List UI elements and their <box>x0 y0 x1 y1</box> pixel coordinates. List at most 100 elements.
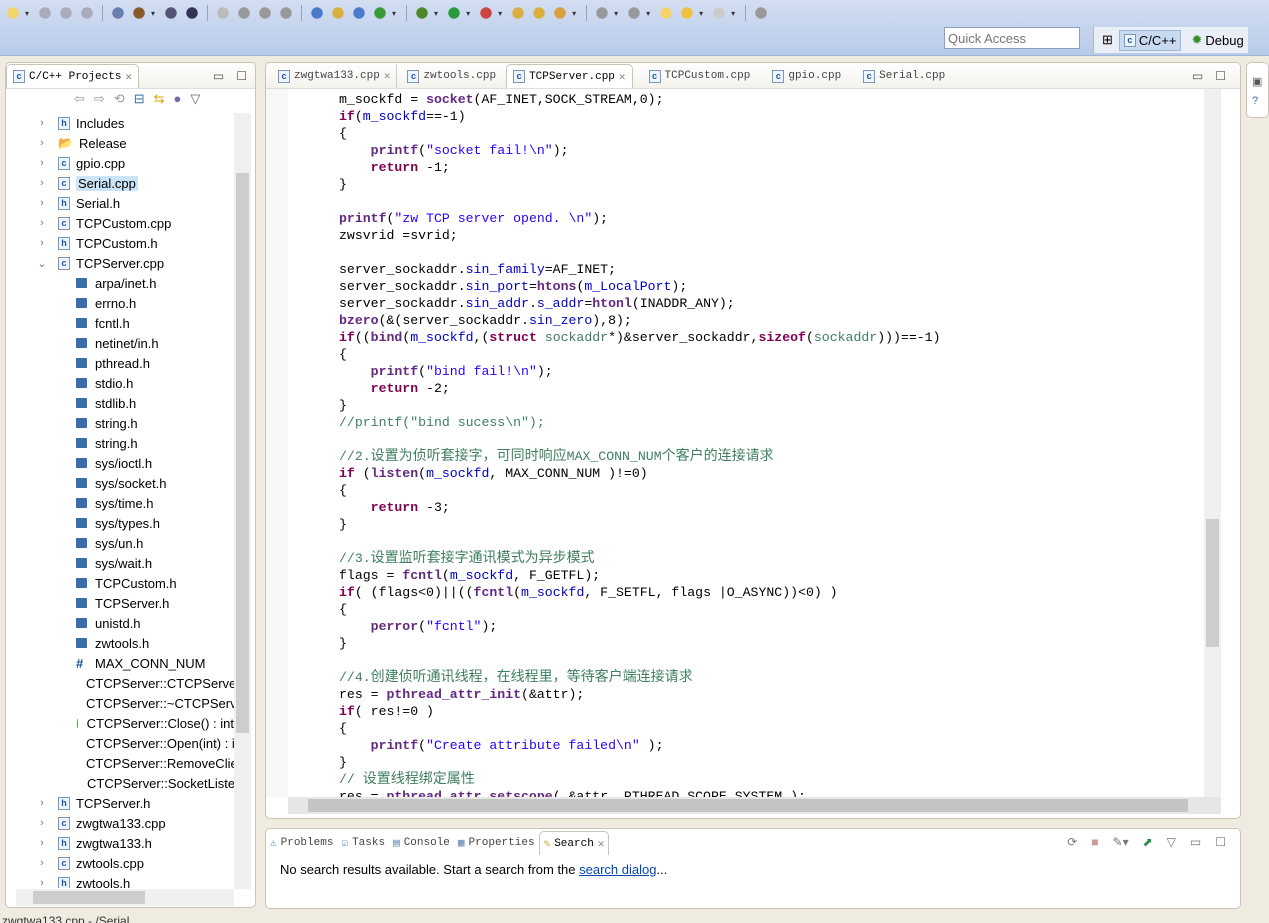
tree-item[interactable]: CTCPServer::CTCPServer( <box>6 673 234 693</box>
tree-item[interactable]: CTCPServer::~CTCPServer <box>6 693 234 713</box>
open-type-icon[interactable] <box>530 5 549 21</box>
chevron-right-icon[interactable]: › <box>36 197 48 209</box>
close-icon[interactable]: ✕ <box>619 70 626 84</box>
minimize-icon[interactable]: ▭ <box>1192 69 1203 83</box>
tree-item[interactable]: # MAX_CONN_NUM <box>6 653 234 673</box>
collapse-all-icon[interactable]: ⊟ <box>134 91 145 107</box>
up-icon[interactable]: ⟲ <box>114 91 125 107</box>
minimize-icon[interactable]: ▭ <box>213 69 224 83</box>
editor-horizontal-scrollbar[interactable] <box>288 797 1221 814</box>
tree-item[interactable]: CTCPServer::RemoveClie <box>6 753 234 773</box>
tree-item[interactable]: CTCPServer::SocketListen <box>6 773 234 793</box>
chevron-right-icon[interactable]: › <box>36 837 48 849</box>
tree-item[interactable]: › c TCPCustom.cpp <box>6 213 234 233</box>
tree-item[interactable]: arpa/inet.h <box>6 273 234 293</box>
help-icon[interactable]: ? <box>1252 95 1258 107</box>
editor-tab[interactable]: c zwgtwa133.cpp ✕ <box>272 64 398 88</box>
editor-tab[interactable]: c gpio.cpp <box>766 64 847 88</box>
dropdown-arrow-icon[interactable]: ▾ <box>572 9 576 18</box>
save-icon[interactable] <box>36 5 55 21</box>
dropdown-arrow-icon[interactable]: ▾ <box>151 9 155 18</box>
tree-item[interactable]: sys/ioctl.h <box>6 453 234 473</box>
editor-vertical-scrollbar[interactable] <box>1204 89 1221 797</box>
quick-access-input[interactable] <box>944 27 1080 49</box>
chevron-right-icon[interactable]: › <box>36 217 48 229</box>
view-menu-icon[interactable]: ▽ <box>190 91 200 107</box>
new-project-icon[interactable] <box>308 5 327 21</box>
perspective-debug[interactable]: ✹ Debug <box>1187 30 1247 50</box>
dropdown-arrow-icon[interactable]: ▾ <box>614 9 618 18</box>
forward-icon[interactable]: ⇨ <box>94 91 105 107</box>
tree-item[interactable]: › h zwtools.h <box>6 873 234 888</box>
back-icon[interactable]: ⇦ <box>74 91 85 107</box>
tree-item[interactable]: › c gpio.cpp <box>6 153 234 173</box>
tree-item[interactable]: unistd.h <box>6 613 234 633</box>
tree-item[interactable]: › c zwgtwa133.cpp <box>6 813 234 833</box>
skip-breakpoints-icon[interactable] <box>183 5 202 21</box>
tree-item[interactable]: › h TCPServer.h <box>6 793 234 813</box>
pin-icon[interactable] <box>752 5 771 21</box>
tree-item[interactable]: string.h <box>6 413 234 433</box>
tab-console[interactable]: ▤ Console <box>389 831 454 855</box>
editor-tab[interactable]: c zwtools.cpp <box>401 64 502 88</box>
tree-item[interactable]: stdlib.h <box>6 393 234 413</box>
chevron-right-icon[interactable]: › <box>36 117 48 129</box>
close-icon[interactable]: ✕ <box>598 837 605 851</box>
tree-item[interactable]: CTCPServer::Open(int) : int <box>6 733 234 753</box>
external-tools-icon[interactable] <box>477 5 496 21</box>
print-icon[interactable] <box>78 5 97 21</box>
cancel-icon[interactable]: ■ <box>1091 835 1098 849</box>
debug-icon[interactable] <box>413 5 432 21</box>
link-editor-icon[interactable]: ⇆ <box>154 91 165 107</box>
run-icon[interactable] <box>445 5 464 21</box>
tree-item[interactable]: sys/un.h <box>6 533 234 553</box>
refresh-icon[interactable]: ⟳ <box>1067 835 1077 849</box>
binary-icon[interactable] <box>162 5 181 21</box>
dropdown-arrow-icon[interactable]: ▾ <box>731 9 735 18</box>
tab-search[interactable]: ✎ Search ✕ <box>538 831 610 855</box>
tree-item[interactable]: string.h <box>6 433 234 453</box>
chevron-right-icon[interactable]: › <box>36 157 48 169</box>
search-pen-icon[interactable] <box>551 5 570 21</box>
tab-cpp-projects[interactable]: c C/C++ Projects ✕ <box>6 64 140 88</box>
chevron-right-icon[interactable]: › <box>36 817 48 829</box>
chevron-right-icon[interactable]: › <box>36 177 48 189</box>
tab-problems[interactable]: ⚠ Problems <box>266 831 337 855</box>
tree-item[interactable]: TCPServer.h <box>6 593 234 613</box>
open-folder-icon[interactable] <box>509 5 528 21</box>
dropdown-arrow-icon[interactable]: ▾ <box>392 9 396 18</box>
tree-item[interactable]: ⌄ c TCPServer.cpp <box>6 253 234 273</box>
tree-item[interactable]: sys/socket.h <box>6 473 234 493</box>
tree-item[interactable]: stdio.h <box>6 373 234 393</box>
tree-item[interactable]: sys/types.h <box>6 513 234 533</box>
chevron-down-icon[interactable]: ⌄ <box>36 257 48 270</box>
new-class-icon[interactable] <box>350 5 369 21</box>
tree-item[interactable]: sys/time.h <box>6 493 234 513</box>
dropdown-arrow-icon[interactable]: ▾ <box>646 9 650 18</box>
restore-icon[interactable]: ▣ <box>1252 75 1262 88</box>
maximize-icon[interactable]: ☐ <box>1215 69 1226 83</box>
close-icon[interactable]: ✕ <box>384 69 391 83</box>
chevron-right-icon[interactable]: › <box>36 877 48 888</box>
tree-horizontal-scrollbar[interactable] <box>16 889 234 906</box>
chevron-right-icon[interactable]: › <box>36 857 48 869</box>
chevron-right-icon[interactable]: › <box>36 137 48 149</box>
maximize-icon[interactable]: ☐ <box>236 69 247 83</box>
chevron-right-icon[interactable]: › <box>36 237 48 249</box>
dropdown-arrow-icon[interactable]: ▾ <box>498 9 502 18</box>
tree-item[interactable]: sys/wait.h <box>6 553 234 573</box>
dropdown-arrow-icon[interactable]: ▾ <box>699 9 703 18</box>
minimize-icon[interactable]: ▭ <box>1190 835 1201 849</box>
tree-item[interactable]: › 📂 Release <box>6 133 234 153</box>
tree-item[interactable]: TCPCustom.h <box>6 573 234 593</box>
brush-icon[interactable] <box>214 5 233 21</box>
tab-tasks[interactable]: ☑ Tasks <box>337 831 389 855</box>
tree-item[interactable]: › h TCPCustom.h <box>6 233 234 253</box>
search-history-icon[interactable]: ✎▾ <box>1113 835 1129 849</box>
next-annotation-icon[interactable] <box>593 5 612 21</box>
tree-item[interactable]: pthread.h <box>6 353 234 373</box>
forward-icon[interactable] <box>710 5 729 21</box>
search-dialog-link[interactable]: search dialog <box>579 862 656 877</box>
build-config-icon[interactable] <box>109 5 128 21</box>
perspective-cpp[interactable]: c C/C++ <box>1118 29 1182 51</box>
